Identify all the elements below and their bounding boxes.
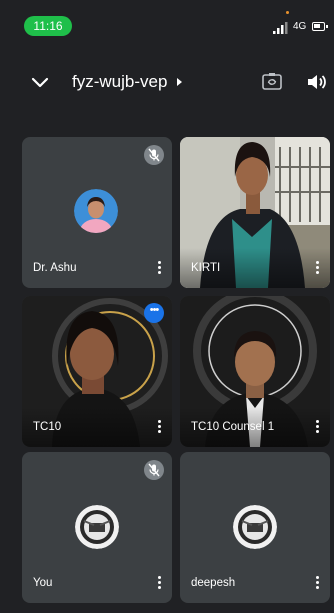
camera-switch-icon[interactable] (261, 71, 283, 93)
more-options-badge[interactable]: ••• (144, 303, 164, 323)
participant-tile-kirti[interactable]: KIRTI (180, 137, 330, 288)
participant-tile-deepesh[interactable]: deepesh (180, 452, 330, 603)
more-vert-icon[interactable] (312, 260, 322, 276)
meeting-code[interactable]: fyz-wujb-vep (72, 72, 167, 92)
more-vert-icon[interactable] (154, 419, 164, 435)
chevron-down-icon[interactable] (30, 72, 50, 92)
avatar (233, 505, 277, 549)
speaker-icon[interactable] (306, 72, 328, 92)
participant-name: Dr. Ashu (33, 262, 77, 274)
battery-icon (312, 22, 328, 31)
status-bar: 11:16 4G (0, 0, 334, 50)
more-vert-icon[interactable] (312, 419, 322, 435)
participant-name: KIRTI (191, 262, 221, 274)
participant-name: TC10 Counsel 1 (191, 421, 275, 433)
more-vert-icon[interactable] (154, 260, 164, 276)
more-vert-icon[interactable] (154, 575, 164, 591)
network-type: 4G (293, 21, 307, 32)
more-vert-icon[interactable] (312, 575, 322, 591)
avatar (75, 505, 119, 549)
participant-tile-tc10-counsel-1[interactable]: TC10 Counsel 1 (180, 296, 330, 447)
signal-icon (273, 22, 288, 34)
caret-right-icon[interactable] (177, 78, 182, 86)
mic-off-icon (144, 460, 164, 480)
avatar (74, 189, 118, 233)
participant-tile-tc10[interactable]: ••• TC10 (22, 296, 172, 447)
mic-off-icon (144, 145, 164, 165)
participant-name: TC10 (33, 421, 62, 433)
meeting-header: fyz-wujb-vep (0, 62, 334, 106)
participant-name: deepesh (191, 577, 236, 589)
notification-dot (286, 11, 289, 14)
status-time: 11:16 (24, 16, 72, 36)
participant-tile-you[interactable]: You (22, 452, 172, 603)
participant-name: You (33, 577, 53, 589)
participant-tile-dr-ashu[interactable]: Dr. Ashu (22, 137, 172, 288)
